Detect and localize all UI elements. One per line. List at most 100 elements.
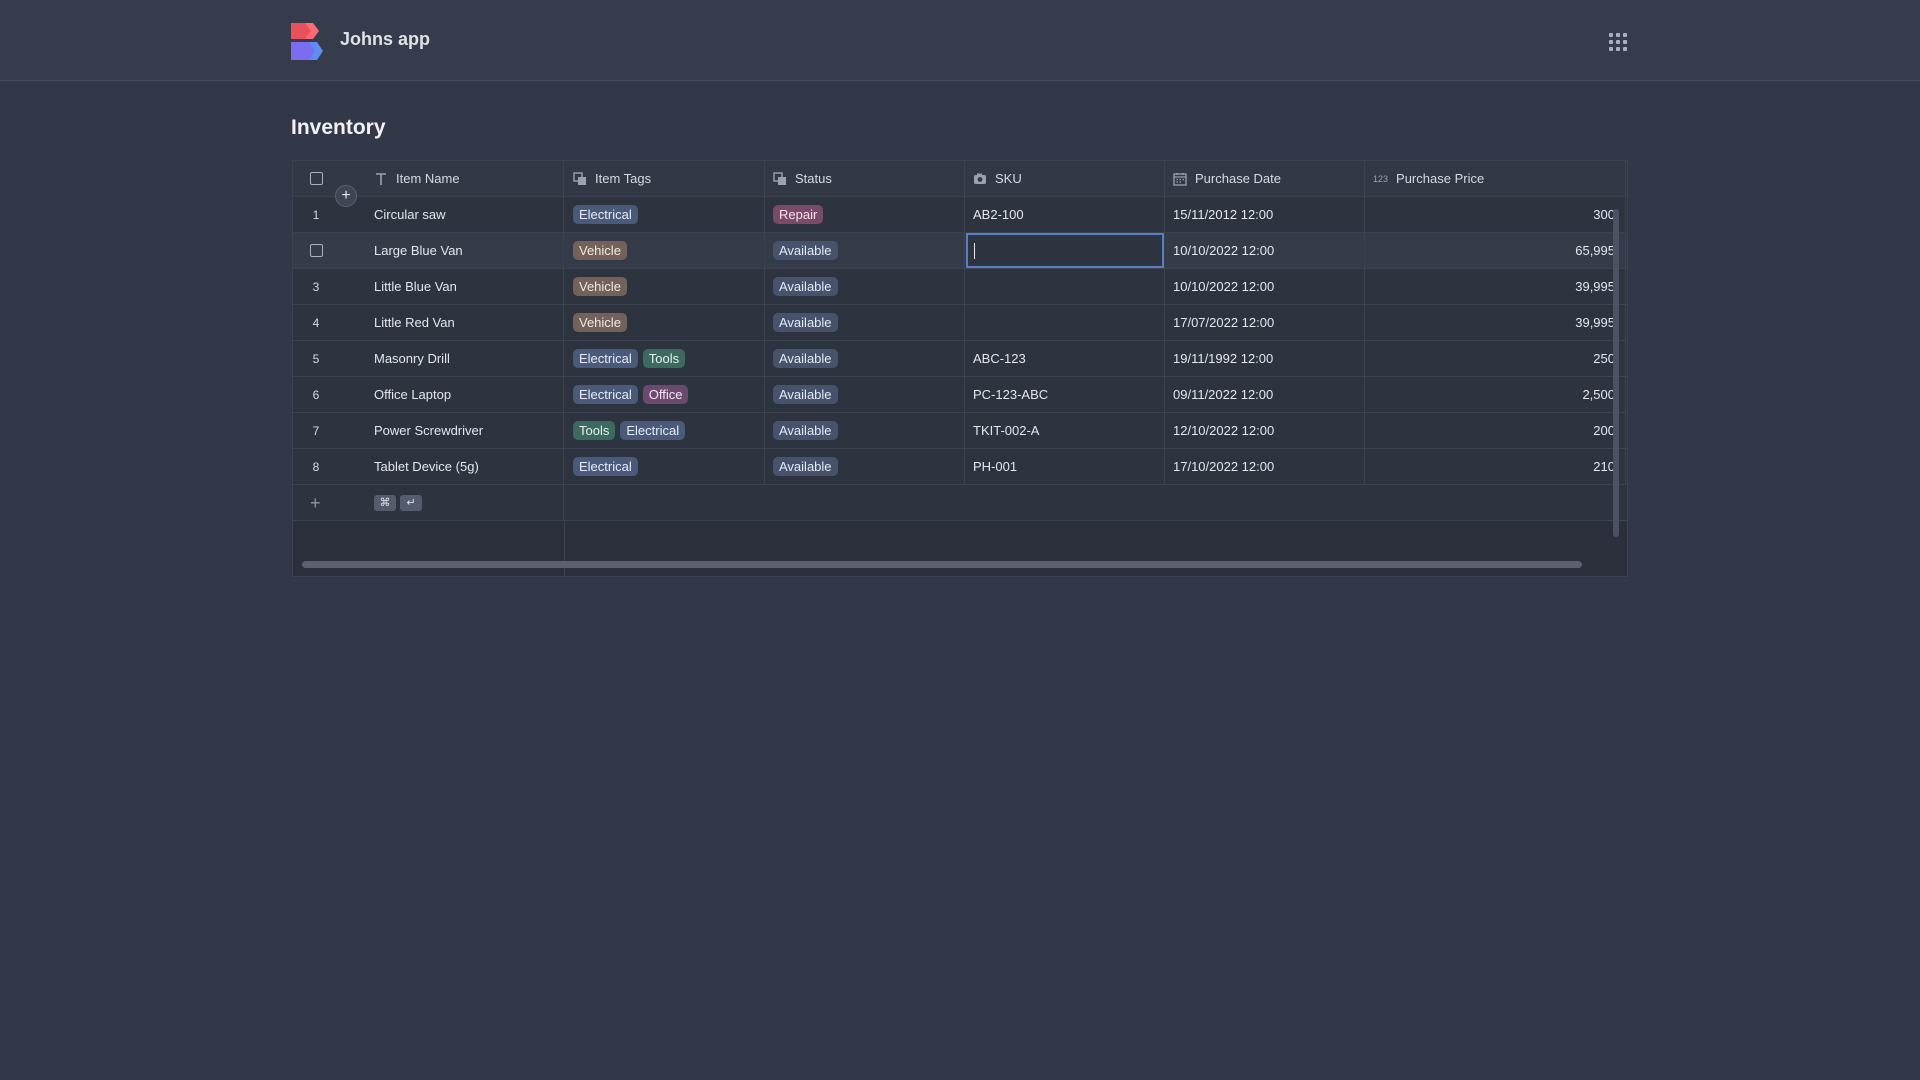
cell-item-name[interactable]: 3 Little Blue Van — [293, 269, 564, 304]
apps-grid-icon[interactable] — [1609, 33, 1627, 51]
row-select-checkbox[interactable] — [310, 244, 323, 257]
tag-badge: Office — [642, 385, 689, 404]
cell-status[interactable]: Repair — [765, 197, 965, 232]
cell-status[interactable]: Available — [765, 341, 965, 376]
header-row: Item Name Item Tags Status SKU Purchase … — [293, 161, 1627, 197]
add-row-cell[interactable]: + ⌘ ↵ — [293, 485, 564, 520]
status-badge: Available — [773, 349, 838, 368]
cell-sku[interactable]: PH-001 — [965, 449, 1165, 484]
price-value: 300 — [1593, 207, 1615, 222]
cell-purchase-date[interactable]: 19/11/1992 12:00 — [1165, 341, 1365, 376]
multi-select-icon — [573, 171, 586, 185]
header-cell-status[interactable]: Status — [765, 161, 965, 196]
cell-purchase-date[interactable]: 17/07/2022 12:00 — [1165, 305, 1365, 340]
header-cell-item-name[interactable]: Item Name — [293, 161, 564, 196]
header-cell-purchase-date[interactable]: Purchase Date — [1165, 161, 1365, 196]
app-logo-icon[interactable] — [291, 23, 329, 61]
item-name: Little Red Van — [374, 315, 455, 330]
cell-item-tags[interactable]: Electrical — [565, 449, 765, 484]
cell-purchase-price[interactable]: 300 — [1365, 197, 1626, 232]
cell-sku[interactable] — [965, 269, 1165, 304]
top-navigation-bar: Johns app — [0, 0, 1920, 81]
cell-item-tags[interactable]: Electrical Tools — [565, 341, 765, 376]
cell-purchase-date[interactable]: 10/10/2022 12:00 — [1165, 233, 1365, 268]
cell-purchase-price[interactable]: 250 — [1365, 341, 1626, 376]
cell-purchase-price[interactable]: 2,500 — [1365, 377, 1626, 412]
cell-item-tags[interactable]: Electrical Office — [565, 377, 765, 412]
cell-sku[interactable] — [965, 305, 1165, 340]
add-row-plus-icon[interactable]: + — [310, 493, 321, 514]
select-all-checkbox[interactable] — [310, 172, 323, 185]
tag-badge: Electrical — [573, 205, 638, 224]
table-row[interactable]: 6 Office Laptop Electrical Office Availab… — [293, 377, 1627, 413]
cell-purchase-price[interactable]: 65,995 — [1365, 233, 1626, 268]
sticky-column-divider — [564, 521, 565, 576]
cell-status[interactable]: Available — [765, 413, 965, 448]
cell-purchase-date[interactable]: 10/10/2022 12:00 — [1165, 269, 1365, 304]
cell-item-name[interactable]: 6 Office Laptop — [293, 377, 564, 412]
table-row[interactable]: 1 Circular saw Electrical Repair AB2-100… — [293, 197, 1627, 233]
item-name: Masonry Drill — [374, 351, 450, 366]
tag-badge: Vehicle — [573, 277, 627, 296]
cell-purchase-date[interactable]: 09/11/2022 12:00 — [1165, 377, 1365, 412]
price-value: 39,995 — [1575, 315, 1615, 330]
cell-item-tags[interactable]: Vehicle — [565, 269, 765, 304]
header-cell-sku[interactable]: SKU — [965, 161, 1165, 196]
cell-item-name[interactable]: Large Blue Van — [293, 233, 564, 268]
app-name[interactable]: Johns app — [340, 29, 430, 50]
cell-purchase-price[interactable]: 200 — [1365, 413, 1626, 448]
cell-item-tags[interactable]: Tools Electrical — [565, 413, 765, 448]
header-cell-item-tags[interactable]: Item Tags — [565, 161, 765, 196]
cell-item-tags[interactable]: Vehicle — [565, 233, 765, 268]
camera-icon — [974, 173, 986, 184]
calendar-icon — [1173, 172, 1187, 186]
cell-item-name[interactable]: 1 Circular saw — [293, 197, 564, 232]
add-column-button[interactable]: + — [335, 185, 357, 207]
row-number: 5 — [312, 351, 320, 366]
table-row[interactable]: 4 Little Red Van Vehicle Available 17/07… — [293, 305, 1627, 341]
row-number: 6 — [312, 387, 320, 402]
cell-purchase-date[interactable]: 15/11/2012 12:00 — [1165, 197, 1365, 232]
cell-status[interactable]: Available — [765, 233, 965, 268]
item-name: Power Screwdriver — [374, 423, 484, 438]
column-label: Purchase Price — [1396, 171, 1485, 186]
table-row[interactable]: 8 Tablet Device (5g) Electrical Availabl… — [293, 449, 1627, 485]
status-badge: Available — [773, 421, 838, 440]
number-icon: 123 — [1373, 173, 1389, 184]
cell-sku[interactable]: AB2-100 — [965, 197, 1165, 232]
cell-item-name[interactable]: 7 Power Screwdriver — [293, 413, 564, 448]
table-row[interactable]: Large Blue Van Vehicle Available 10/10/2… — [293, 233, 1627, 269]
cell-purchase-price[interactable]: 210 — [1365, 449, 1626, 484]
cell-item-tags[interactable]: Vehicle — [565, 305, 765, 340]
cell-purchase-price[interactable]: 39,995 — [1365, 305, 1626, 340]
cell-purchase-date[interactable]: 17/10/2022 12:00 — [1165, 449, 1365, 484]
cell-item-name[interactable]: 5 Masonry Drill — [293, 341, 564, 376]
column-label: Purchase Date — [1195, 171, 1281, 186]
horizontal-scrollbar[interactable] — [302, 561, 1582, 568]
page-title: Inventory — [291, 116, 386, 139]
cell-item-name[interactable]: 8 Tablet Device (5g) — [293, 449, 564, 484]
cell-status[interactable]: Available — [765, 377, 965, 412]
sku-edit-input[interactable] — [966, 233, 1164, 268]
vertical-scrollbar[interactable] — [1613, 209, 1619, 537]
cell-sku[interactable]: ABC-123 — [965, 341, 1165, 376]
cell-purchase-date[interactable]: 12/10/2022 12:00 — [1165, 413, 1365, 448]
data-grid: Item Name Item Tags Status SKU Purchase … — [292, 160, 1628, 577]
price-value: 2,500 — [1582, 387, 1615, 402]
cell-purchase-price[interactable]: 39,995 — [1365, 269, 1626, 304]
header-cell-purchase-price[interactable]: 123 Purchase Price — [1365, 161, 1626, 196]
tag-badge: Electrical — [573, 349, 638, 368]
cell-status[interactable]: Available — [765, 449, 965, 484]
cell-sku[interactable]: TKIT-002-A — [965, 413, 1165, 448]
cell-sku[interactable]: PC-123-ABC — [965, 377, 1165, 412]
cell-item-tags[interactable]: Electrical — [565, 197, 765, 232]
table-row[interactable]: 7 Power Screwdriver Tools Electrical Avai… — [293, 413, 1627, 449]
cell-item-name[interactable]: 4 Little Red Van — [293, 305, 564, 340]
table-row[interactable]: 3 Little Blue Van Vehicle Available 10/1… — [293, 269, 1627, 305]
status-badge: Available — [773, 385, 838, 404]
cell-status[interactable]: Available — [765, 269, 965, 304]
table-row[interactable]: 5 Masonry Drill Electrical Tools Availabl… — [293, 341, 1627, 377]
row-number: 4 — [312, 315, 320, 330]
price-value: 200 — [1593, 423, 1615, 438]
cell-status[interactable]: Available — [765, 305, 965, 340]
